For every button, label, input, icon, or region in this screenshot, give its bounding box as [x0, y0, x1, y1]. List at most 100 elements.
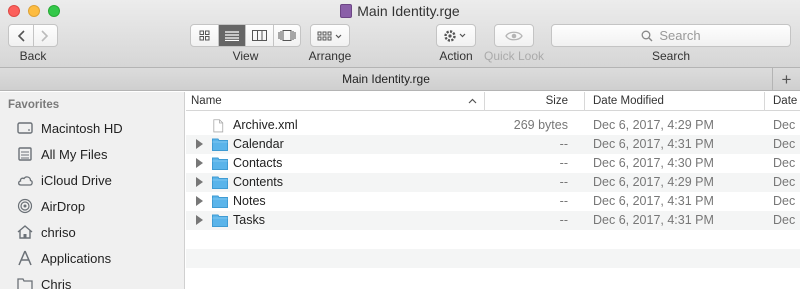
sidebar-item-chris[interactable]: Chris [16, 272, 181, 289]
file-name: Contents [233, 175, 284, 189]
sidebar-item-label: All My Files [41, 146, 108, 162]
file-list: Name Size Date Modified Date Archive.xml… [186, 92, 800, 289]
file-size: -- [559, 175, 568, 189]
action-label: Action [439, 49, 473, 63]
file-date-extra: Dec [773, 118, 796, 132]
column-divider[interactable] [764, 92, 765, 111]
empty-row [186, 230, 800, 249]
sidebar-item-chriso[interactable]: chriso [16, 220, 181, 244]
disclosure-triangle-icon[interactable] [196, 196, 203, 206]
sidebar-item-macintosh-hd[interactable]: Macintosh HD [16, 116, 181, 140]
applications-icon [16, 250, 34, 266]
empty-row [186, 249, 800, 268]
file-date-extra: Dec [773, 137, 796, 151]
file-date: Dec 6, 2017, 4:31 PM [593, 213, 714, 227]
empty-row [186, 268, 800, 287]
file-name: Contacts [233, 156, 283, 170]
column-divider[interactable] [484, 92, 485, 111]
plus-icon: + [781, 69, 792, 89]
table-row[interactable]: Notes -- Dec 6, 2017, 4:31 PM Dec [186, 192, 800, 211]
search-icon [641, 30, 653, 41]
file-date: Dec 6, 2017, 4:31 PM [593, 194, 714, 208]
quick-look-button[interactable] [494, 24, 534, 47]
folder-icon [212, 176, 228, 189]
file-date-extra: Dec [773, 213, 796, 227]
home-icon [16, 224, 34, 240]
file-size: -- [559, 156, 568, 170]
file-size: -- [559, 137, 568, 151]
sort-ascending-icon [468, 98, 477, 104]
table-row[interactable]: Calendar -- Dec 6, 2017, 4:31 PM Dec [186, 135, 800, 154]
sidebar-item-label: Applications [41, 250, 112, 266]
folder-icon [16, 276, 34, 289]
back-button[interactable] [9, 25, 33, 46]
sidebar-item-label: AirDrop [41, 198, 86, 214]
icon-view-button[interactable] [191, 25, 218, 46]
file-size: -- [559, 194, 568, 208]
sidebar-item-all-my-files[interactable]: All My Files [16, 142, 181, 166]
quick-look-label: Quick Look [483, 49, 545, 63]
cover-flow-button[interactable] [272, 25, 301, 46]
list-view-button[interactable] [217, 25, 245, 46]
disclosure-triangle-icon[interactable] [196, 215, 203, 225]
cloud-icon [16, 172, 34, 188]
folder-icon [212, 195, 228, 208]
column-header-name[interactable]: Name [191, 95, 222, 107]
file-date: Dec 6, 2017, 4:29 PM [593, 175, 714, 189]
arrange-icon [317, 31, 342, 40]
sidebar-item-label: Macintosh HD [41, 120, 123, 136]
table-row[interactable]: Tasks -- Dec 6, 2017, 4:31 PM Dec [186, 211, 800, 230]
gear-icon [444, 29, 466, 42]
table-row[interactable]: Contacts -- Dec 6, 2017, 4:30 PM Dec [186, 154, 800, 173]
column-divider[interactable] [584, 92, 585, 111]
arrange-button[interactable] [310, 24, 350, 47]
sidebar-item-icloud-drive[interactable]: iCloud Drive [16, 168, 181, 192]
sidebar-item-label: Chris [41, 276, 72, 289]
column-header-row: Name Size Date Modified Date [186, 92, 800, 111]
window-toolbar: Main Identity.rge Back View Arrange Acti… [0, 0, 800, 68]
sidebar-item-applications[interactable]: Applications [16, 246, 181, 270]
sidebar-item-airdrop[interactable]: AirDrop [16, 194, 181, 218]
hard-drive-icon [16, 120, 34, 136]
all-files-icon [16, 146, 34, 162]
grid-icon [199, 30, 210, 41]
back-forward-control [8, 24, 58, 47]
table-row[interactable]: Archive.xml 269 bytes Dec 6, 2017, 4:29 … [186, 116, 800, 135]
search-label: Search [651, 49, 691, 63]
file-date-extra: Dec [773, 156, 796, 170]
column-view-button[interactable] [245, 25, 273, 46]
view-label: View [232, 49, 259, 63]
folder-icon [212, 157, 228, 170]
forward-button[interactable] [32, 25, 58, 46]
column-header-date-modified[interactable]: Date Modified [593, 95, 664, 107]
file-size: 269 bytes [513, 118, 568, 132]
disclosure-triangle-icon[interactable] [196, 158, 203, 168]
sidebar: Favorites Macintosh HD All My Files iClo… [0, 92, 185, 289]
file-date: Dec 6, 2017, 4:29 PM [593, 118, 714, 132]
eye-icon [505, 31, 523, 40]
columns-icon [251, 30, 267, 41]
file-name: Calendar [233, 137, 284, 151]
folder-icon [212, 214, 228, 227]
window-title: Main Identity.rge [0, 3, 800, 19]
search-field[interactable]: Search [551, 24, 791, 47]
document-icon [213, 119, 224, 133]
column-header-size[interactable]: Size [486, 95, 568, 107]
document-icon [340, 4, 353, 18]
disclosure-triangle-icon[interactable] [196, 177, 203, 187]
column-header-date[interactable]: Date [773, 95, 797, 107]
file-date: Dec 6, 2017, 4:31 PM [593, 137, 714, 151]
folder-icon [212, 138, 228, 151]
airdrop-icon [16, 198, 34, 214]
view-mode-control [190, 24, 301, 47]
chevron-left-icon [17, 29, 25, 42]
action-button[interactable] [436, 24, 476, 47]
sidebar-item-label: iCloud Drive [41, 172, 112, 188]
path-bar-title: Main Identity.rge [342, 72, 430, 86]
disclosure-triangle-icon[interactable] [196, 139, 203, 149]
arrange-label: Arrange [308, 49, 352, 63]
file-date-extra: Dec [773, 194, 796, 208]
table-row[interactable]: Contents -- Dec 6, 2017, 4:29 PM Dec [186, 173, 800, 192]
new-tab-button[interactable]: + [772, 68, 800, 91]
back-label: Back [19, 49, 47, 63]
